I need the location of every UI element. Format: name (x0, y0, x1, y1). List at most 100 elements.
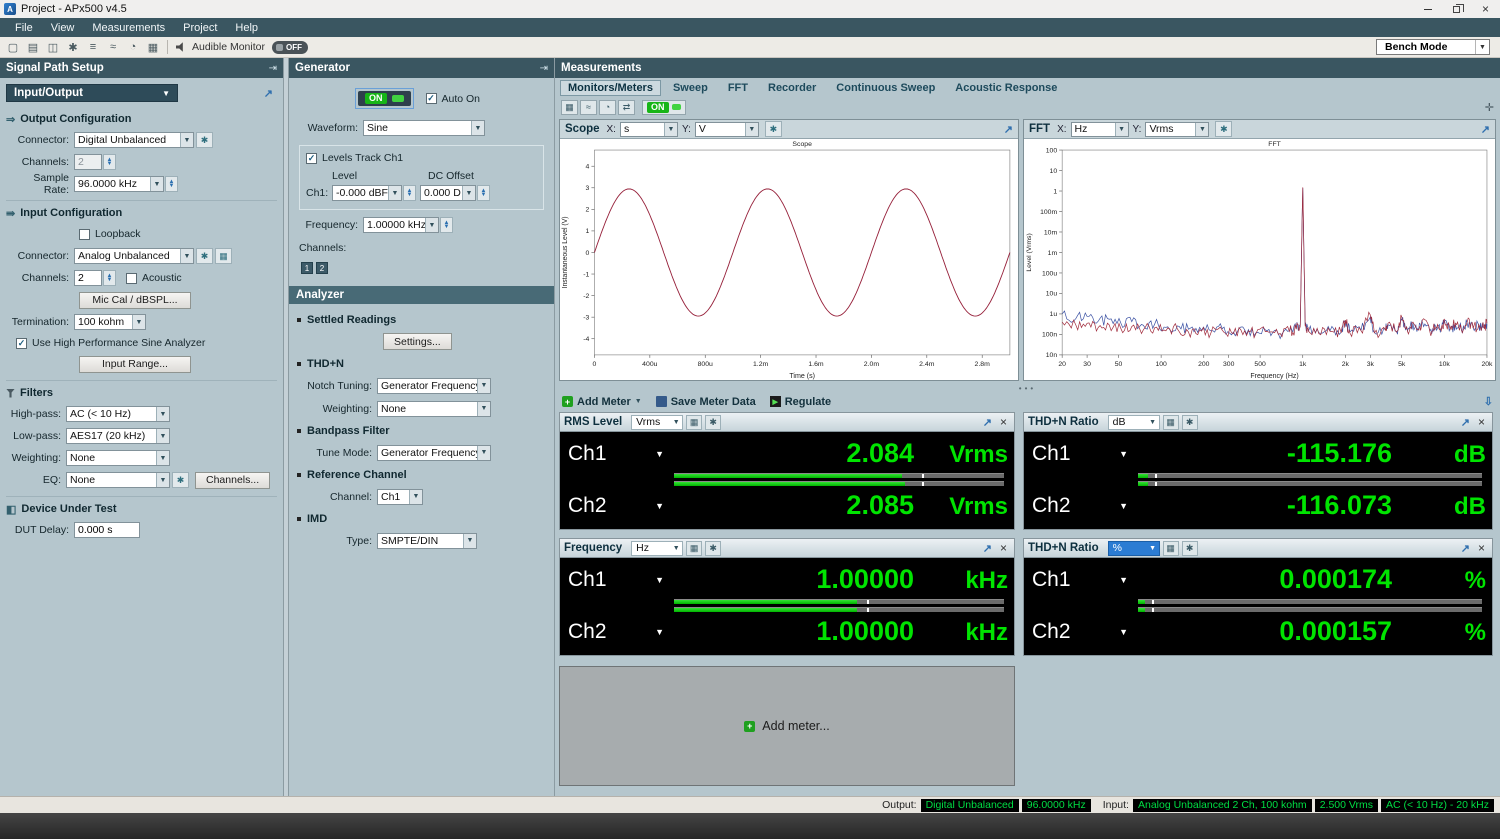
output-connector-settings-icon[interactable]: ✱ (196, 132, 213, 148)
close-icon[interactable]: × (997, 541, 1010, 555)
analyzer-weighting-select[interactable]: None ▼ (377, 400, 491, 417)
channel-selector[interactable]: Ch2 ▼ (562, 494, 674, 518)
channel-selector[interactable]: Ch2 ▼ (1026, 494, 1138, 518)
analyzer-icon[interactable]: ◔ (124, 39, 142, 56)
popout-icon[interactable]: ↗ (981, 416, 994, 429)
pin-panel-icon[interactable]: ⇥ (540, 63, 548, 74)
input-channels-stepper[interactable]: ▲ ▼ (103, 270, 116, 286)
settings-icon[interactable]: ✱ (64, 39, 82, 56)
meters-view-icon[interactable]: ▦ (561, 99, 578, 115)
measurement-on-toggle[interactable]: ON (642, 99, 686, 115)
meter-settings-icon[interactable]: ✱ (705, 414, 722, 430)
save-project-icon[interactable]: ◫ (44, 39, 62, 56)
popout-icon[interactable]: ↗ (1004, 123, 1013, 136)
pin-panel-icon[interactable]: ⇥ (269, 63, 277, 74)
menu-project[interactable]: Project (174, 18, 226, 37)
regulate-button[interactable]: ▶ Regulate (769, 396, 831, 408)
waveform-select[interactable]: Sine ▼ (363, 120, 485, 136)
scope-settings-icon[interactable]: ✱ (764, 121, 782, 137)
high-pass-select[interactable]: AC (< 10 Hz) ▼ (66, 406, 170, 422)
meter-settings-icon[interactable]: ✱ (1181, 414, 1198, 430)
close-button[interactable]: × (1471, 0, 1500, 18)
tab-fft[interactable]: FFT (720, 80, 756, 96)
meter-unit-select[interactable]: Vrms ▼ (631, 414, 684, 430)
minimize-button[interactable] (1413, 0, 1442, 18)
add-meter-dropzone[interactable]: + Add meter... (559, 666, 1015, 786)
signal-path-selector[interactable]: Input/Output ▼ (6, 84, 178, 102)
new-project-icon[interactable]: ▢ (4, 39, 22, 56)
tab-sweep[interactable]: Sweep (665, 80, 716, 96)
pin-icon[interactable]: ✛ (1485, 101, 1494, 114)
popout-icon[interactable]: ↗ (264, 87, 273, 100)
channel-selector[interactable]: Ch1 ▼ (562, 442, 674, 466)
generator-level-stepper[interactable]: ▲ ▼ (403, 185, 416, 201)
eq-settings-icon[interactable]: ✱ (172, 472, 189, 488)
levels-track-ch1-checkbox[interactable]: ✓ (306, 152, 317, 164)
settled-readings-settings-button[interactable]: Settings... (383, 333, 452, 350)
tune-mode-select[interactable]: Generator Frequency ▼ (377, 444, 491, 461)
channel-selector[interactable]: Ch1 ▼ (562, 568, 674, 592)
menu-help[interactable]: Help (226, 18, 267, 37)
channel-selector[interactable]: Ch2 ▼ (562, 620, 674, 644)
scope-x-units-select[interactable]: s ▼ (619, 121, 678, 137)
meter-settings-icon[interactable]: ✱ (705, 540, 722, 556)
popout-icon[interactable]: ↗ (981, 542, 994, 555)
imd-type-select[interactable]: SMPTE/DIN ▼ (377, 532, 477, 549)
close-icon[interactable]: × (997, 415, 1010, 429)
open-project-icon[interactable]: ▤ (24, 39, 42, 56)
output-connector-select[interactable]: Digital Unbalanced ▼ (74, 132, 194, 148)
tab-monitors-meters[interactable]: Monitors/Meters (560, 79, 661, 96)
meter-format-icon[interactable]: ▦ (1162, 414, 1179, 430)
low-pass-select[interactable]: AES17 (20 kHz) ▼ (66, 428, 170, 444)
generator-level-field[interactable]: -0.000 dBFS ▼ (332, 185, 402, 201)
audible-monitor-toggle[interactable]: OFF (271, 40, 308, 54)
generator-channel-1-button[interactable]: 1 (301, 262, 313, 274)
tab-continuous-sweep[interactable]: Continuous Sweep (828, 80, 943, 96)
channel-selector[interactable]: Ch1 ▼ (1026, 442, 1138, 466)
monitors-icon[interactable]: ▦ (144, 39, 162, 56)
input-connector-settings-icon[interactable]: ✱ (196, 248, 213, 264)
menu-file[interactable]: File (6, 18, 42, 37)
charts-meters-splitter[interactable]: ••• (555, 383, 1500, 393)
generator-dc-offset-stepper[interactable]: ▲ ▼ (477, 185, 490, 201)
io-monitor-icon[interactable]: ⇄ (618, 99, 635, 115)
scope-view-icon[interactable]: ≈ (580, 99, 597, 115)
sample-rate-stepper[interactable]: ▲ ▼ (165, 176, 178, 192)
mic-cal-button[interactable]: Mic Cal / dBSPL... (79, 291, 191, 309)
channel-selector[interactable]: Ch1 ▼ (1026, 568, 1138, 592)
generator-frequency-stepper[interactable]: ▲ ▼ (440, 217, 453, 233)
fft-y-units-select[interactable]: Vrms ▼ (1145, 121, 1210, 137)
restore-button[interactable] (1442, 0, 1471, 18)
input-range-button[interactable]: Input Range... (79, 355, 191, 373)
channel-selector[interactable]: Ch2 ▼ (1026, 620, 1138, 644)
high-performance-sine-analyzer-checkbox[interactable]: ✓ (16, 337, 27, 349)
meter-format-icon[interactable]: ▦ (1162, 540, 1179, 556)
close-icon[interactable]: × (1475, 541, 1488, 555)
tab-recorder[interactable]: Recorder (760, 80, 824, 96)
input-connector-select[interactable]: Analog Unbalanced ▼ (74, 248, 194, 264)
export-icon[interactable]: ⇩ (1484, 395, 1493, 408)
meter-settings-icon[interactable]: ✱ (1181, 540, 1198, 556)
tab-acoustic-response[interactable]: Acoustic Response (947, 80, 1065, 96)
notch-tuning-select[interactable]: Generator Frequency ▼ (377, 377, 491, 394)
auto-on-checkbox[interactable]: ✓ (425, 93, 437, 104)
sample-rate-select[interactable]: 96.0000 kHz ▼ (74, 176, 164, 192)
menu-measurements[interactable]: Measurements (83, 18, 174, 37)
close-icon[interactable]: × (1475, 415, 1488, 429)
generator-frequency-field[interactable]: 1.00000 kHz ▼ (363, 217, 439, 233)
add-meter-button[interactable]: + Add Meter ▼ (562, 396, 642, 408)
scope-y-units-select[interactable]: V ▼ (694, 121, 759, 137)
input-connector-grid-icon[interactable]: ▦ (215, 248, 232, 264)
meter-format-icon[interactable]: ▦ (686, 540, 703, 556)
ref-channel-select[interactable]: Ch1 ▼ (377, 488, 423, 505)
termination-select[interactable]: 100 kohm ▼ (74, 314, 146, 330)
acoustic-checkbox[interactable] (126, 272, 137, 284)
fft-settings-icon[interactable]: ✱ (1215, 121, 1233, 137)
dut-delay-field[interactable]: 0.000 s (74, 522, 140, 538)
weighting-select[interactable]: None ▼ (66, 450, 170, 466)
menu-view[interactable]: View (42, 18, 84, 37)
bench-mode-select[interactable]: Bench Mode ▼ (1376, 39, 1490, 55)
meter-unit-select[interactable]: Hz ▼ (631, 540, 684, 556)
meter-format-icon[interactable]: ▦ (686, 414, 703, 430)
signal-path-icon[interactable]: ≡ (84, 39, 102, 56)
